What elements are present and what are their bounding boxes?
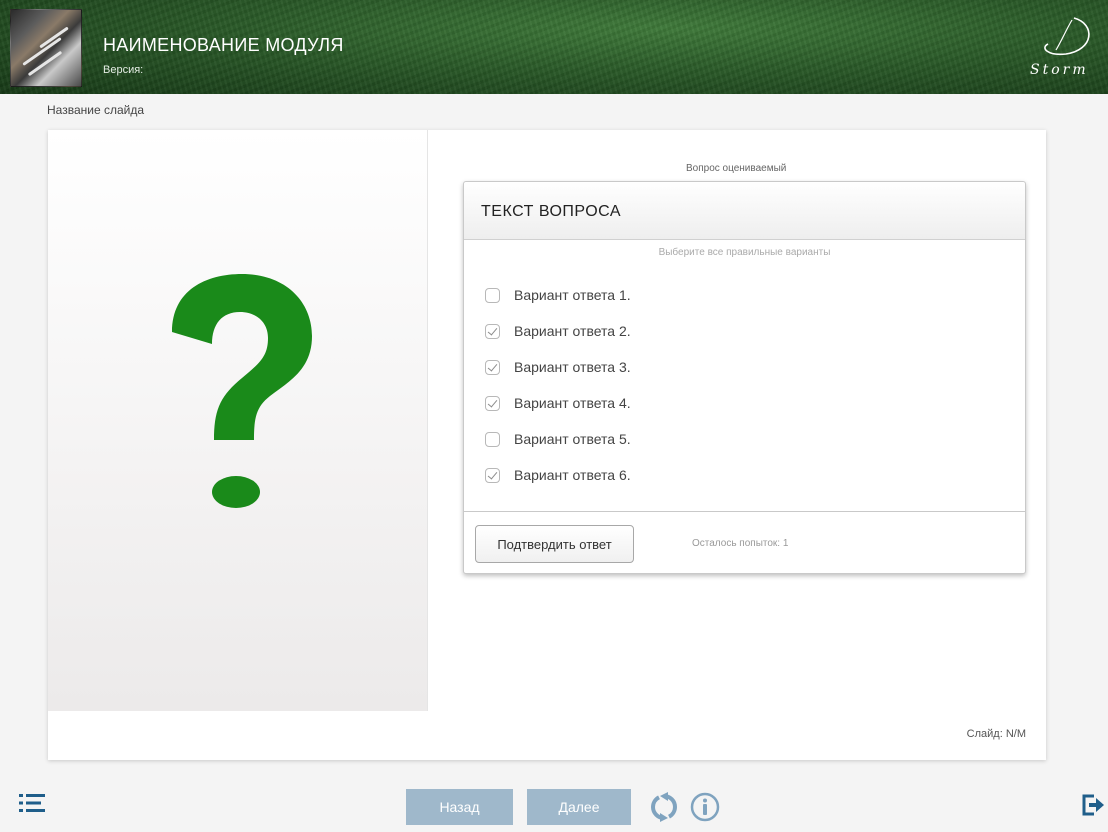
answer-option[interactable]: Вариант ответа 2. — [485, 321, 631, 341]
answer-option[interactable]: Вариант ответа 6. — [485, 465, 631, 485]
question-header: ТЕКСТ ВОПРОСА — [464, 182, 1025, 240]
answer-option-label: Вариант ответа 3. — [514, 359, 631, 375]
answer-checkbox[interactable] — [485, 359, 500, 375]
info-icon[interactable] — [689, 791, 721, 823]
header-bar: НАИМЕНОВАНИЕ МОДУЛЯ Версия: Storm — [0, 0, 1108, 94]
question-type-label: Вопрос оцениваемый — [686, 163, 787, 174]
answer-checkbox[interactable] — [485, 287, 500, 303]
slide-counter: Слайд: N/M — [966, 728, 1026, 740]
slide-panel: Вопрос оцениваемый ТЕКСТ ВОПРОСА Выберит… — [48, 130, 1046, 760]
module-thumbnail — [10, 9, 82, 87]
answer-checkbox[interactable] — [485, 395, 500, 411]
question-instruction: Выберите все правильные варианты — [658, 247, 831, 258]
attempts-remaining: Осталось попыток: 1 — [692, 538, 789, 549]
answer-option-label: Вариант ответа 4. — [514, 395, 631, 411]
back-button[interactable]: Назад — [406, 789, 513, 825]
answer-checkbox[interactable] — [485, 323, 500, 339]
module-version: Версия: — [103, 64, 144, 76]
answer-option[interactable]: Вариант ответа 1. — [485, 285, 631, 305]
question-mark-icon — [172, 274, 312, 508]
answer-option[interactable]: Вариант ответа 5. — [485, 429, 631, 449]
question-title: ТЕКСТ ВОПРОСА — [481, 203, 622, 220]
slide-name: Название слайда — [47, 103, 145, 117]
answer-checkbox[interactable] — [485, 431, 500, 447]
slide-image-pane — [48, 130, 428, 711]
reload-icon[interactable] — [648, 791, 680, 823]
answer-checkbox[interactable] — [485, 467, 500, 483]
answer-option[interactable]: Вариант ответа 3. — [485, 357, 631, 377]
logo-text: Storm — [1030, 62, 1089, 78]
answer-option-label: Вариант ответа 2. — [514, 323, 631, 339]
answer-option-label: Вариант ответа 6. — [514, 467, 631, 483]
question-card: ТЕКСТ ВОПРОСА Выберите все правильные ва… — [463, 181, 1026, 574]
submit-answer-button[interactable]: Подтвердить ответ — [475, 525, 634, 563]
card-divider — [464, 511, 1025, 512]
next-button[interactable]: Далее — [527, 789, 631, 825]
answer-option[interactable]: Вариант ответа 4. — [485, 393, 631, 413]
list-icon[interactable] — [19, 793, 45, 813]
exit-icon[interactable] — [1082, 794, 1104, 816]
answer-option-label: Вариант ответа 1. — [514, 287, 631, 303]
module-title: НАИМЕНОВАНИЕ МОДУЛЯ — [103, 35, 344, 55]
answer-option-label: Вариант ответа 5. — [514, 431, 631, 447]
